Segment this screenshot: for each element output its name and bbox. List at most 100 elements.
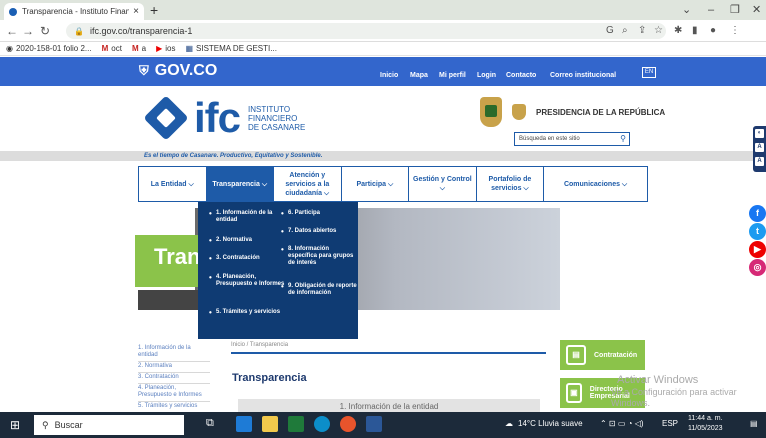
- left-sidebar: 1. Información de la entidad 2. Normativ…: [138, 344, 210, 413]
- site-search-input[interactable]: Búsqueda en este sitio ⚲: [514, 132, 630, 146]
- dropdown-item[interactable]: • 8. Información específica para grupos d…: [281, 246, 358, 267]
- extensions-icon[interactable]: ✱: [674, 23, 682, 39]
- profile-avatar[interactable]: ●: [710, 23, 716, 39]
- taskbar-search[interactable]: ⚲ Buscar: [34, 415, 184, 435]
- bookmark-item[interactable]: ▶ ios: [156, 44, 175, 53]
- word-icon[interactable]: [366, 416, 382, 432]
- dropdown-item[interactable]: • 4. Planeación, Presupuesto e Informes: [209, 274, 286, 288]
- coat-of-arms-icon: [480, 97, 502, 127]
- sidebar-item[interactable]: 1. Información de la entidad: [138, 344, 210, 362]
- dropdown-item[interactable]: • 6. Participa: [281, 210, 358, 218]
- menu-transparencia[interactable]: Transparencia ⌵: [206, 167, 275, 201]
- new-tab-button[interactable]: +: [150, 2, 158, 18]
- menu-icon[interactable]: ⋮: [730, 23, 740, 39]
- dropdown-item[interactable]: • 9. Obligación de reporte de información: [281, 283, 358, 297]
- contratacion-button[interactable]: ▤ Contratación: [560, 340, 645, 370]
- language-button[interactable]: EN: [642, 67, 656, 78]
- menu-portafolio[interactable]: Portafolio de servicios ⌵: [477, 167, 545, 201]
- notifications-icon[interactable]: ▤: [750, 418, 758, 430]
- minimize-icon[interactable]: –: [708, 3, 714, 17]
- dropdown-item[interactable]: • 7. Datos abiertos: [281, 228, 358, 236]
- weather-icon[interactable]: ☁: [505, 418, 513, 430]
- close-window-icon[interactable]: ✕: [752, 3, 761, 17]
- dropdown-item[interactable]: • 3. Contratación: [209, 255, 286, 263]
- presidencia-shield-icon: [512, 104, 526, 120]
- bookmark-item[interactable]: ▦ SISTEMA DE GESTI...: [185, 44, 276, 53]
- gov-nav-mapa[interactable]: Mapa: [410, 70, 428, 82]
- google-icon[interactable]: G: [606, 23, 614, 39]
- address-bar[interactable]: 🔒 ifc.gov.co/transparencia-1: [66, 23, 666, 39]
- maximize-icon[interactable]: ❐: [730, 3, 740, 17]
- menu-participa[interactable]: Participa ⌵: [342, 167, 410, 201]
- breadcrumb[interactable]: Inicio / Transparencia: [231, 342, 288, 348]
- contrast-icon[interactable]: ◐: [755, 129, 764, 138]
- dropdown-item[interactable]: • 2. Normativa: [209, 237, 286, 245]
- sidebar-item[interactable]: 4. Planeación, Presupuesto e Informes: [138, 384, 210, 402]
- url-text: ifc.gov.co/transparencia-1: [89, 26, 193, 36]
- dropdown-item[interactable]: • 5. Trámites y servicios: [209, 309, 286, 317]
- sidebar-item[interactable]: 3. Contratación: [138, 373, 210, 384]
- language-indicator[interactable]: ESP: [662, 418, 678, 430]
- directory-icon: ▣: [566, 383, 582, 403]
- transparencia-dropdown: • 1. Información de la entidad • 2. Normat…: [198, 202, 358, 339]
- edge-icon[interactable]: [314, 416, 330, 432]
- close-tab-icon[interactable]: ×: [133, 6, 139, 17]
- file-explorer-icon[interactable]: [262, 416, 278, 432]
- slogan-bar: [0, 151, 766, 161]
- gov-nav-inicio[interactable]: Inicio: [380, 70, 398, 82]
- reload-icon[interactable]: ↻: [40, 22, 50, 40]
- gmail-icon: M: [101, 44, 109, 53]
- facebook-icon[interactable]: f: [749, 205, 766, 222]
- font-increase-icon[interactable]: A: [755, 157, 764, 166]
- gov-nav-correo[interactable]: Correo institucional: [550, 70, 616, 82]
- slogan-text: Es el tiempo de Casanare. Productivo, Eq…: [144, 153, 323, 159]
- weather-text[interactable]: 14°C Lluvia suave: [518, 418, 583, 430]
- menu-gestion[interactable]: Gestión y Control ⌵: [409, 167, 477, 201]
- sidepanel-icon[interactable]: ▮: [692, 23, 698, 39]
- search-icon[interactable]: ⚲: [620, 133, 626, 145]
- windows-start-icon[interactable]: ⊞: [10, 418, 20, 432]
- search-icon: ⚲: [42, 419, 49, 430]
- govco-logo[interactable]: ⛨ GOV.CO: [139, 60, 217, 82]
- menu-atencion[interactable]: Atención y servicios a la ciudadanía ⌵: [274, 167, 342, 201]
- chrome-icon[interactable]: [340, 416, 356, 432]
- twitter-icon[interactable]: t: [749, 223, 766, 240]
- main-menu: La Entidad ⌵ Transparencia ⌵ Atención y …: [138, 166, 648, 202]
- gov-nav-perfil[interactable]: Mi perfil: [439, 70, 466, 82]
- document-icon: ▤: [566, 345, 586, 365]
- grid-icon: ▦: [185, 44, 194, 53]
- gov-nav-login[interactable]: Login: [477, 70, 496, 82]
- menu-comunicaciones[interactable]: Comunicaciones ⌵: [544, 167, 647, 201]
- back-icon[interactable]: ←: [6, 22, 18, 40]
- ifc-logo[interactable]: ifc INSTITUTO FINANCIERO DE CASANARE: [143, 95, 305, 141]
- excel-icon[interactable]: [288, 416, 304, 432]
- clock[interactable]: 11:44 a. m. 11/05/2023: [688, 414, 723, 434]
- gov-nav-contacto[interactable]: Contacto: [506, 70, 536, 82]
- tray-icons[interactable]: ⌃ ⊡ ▭ ◔ ◁): [600, 418, 644, 430]
- bookmark-item[interactable]: ◉ 2020-158-01 folio 2...: [6, 44, 92, 53]
- bookmark-item[interactable]: Moct: [102, 44, 122, 53]
- instagram-icon[interactable]: ◎: [749, 259, 766, 276]
- app-icon[interactable]: [236, 416, 252, 432]
- browser-tab[interactable]: Transparencia - Instituto Financié ×: [4, 3, 144, 20]
- font-decrease-icon[interactable]: A: [755, 143, 764, 152]
- youtube-icon[interactable]: ▶: [749, 241, 766, 258]
- gmail-icon: M: [131, 44, 139, 53]
- menu-la-entidad[interactable]: La Entidad ⌵: [139, 167, 207, 201]
- star-icon[interactable]: ☆: [654, 23, 663, 39]
- forward-icon[interactable]: →: [22, 22, 34, 40]
- bookmark-item[interactable]: Ma: [132, 44, 146, 53]
- activation-watermark: Activar Windows Ve a Configuración para …: [611, 374, 737, 409]
- page-title: Transparencia: [232, 372, 307, 384]
- chevron-down-icon[interactable]: ⌄: [682, 3, 691, 17]
- share-icon[interactable]: ⇪: [638, 23, 646, 39]
- zoom-icon[interactable]: ⌕: [622, 23, 628, 39]
- task-view-icon[interactable]: ⧉: [206, 417, 214, 430]
- sidebar-item[interactable]: 2. Normativa: [138, 362, 210, 373]
- dropdown-item[interactable]: • 1. Información de la entidad: [209, 210, 286, 224]
- hero-dark-block: [138, 290, 198, 310]
- lock-icon: 🔒: [74, 26, 84, 36]
- divider: [231, 352, 546, 354]
- tab-title: Transparencia - Instituto Financié: [22, 7, 130, 16]
- presidencia-logo[interactable]: PRESIDENCIA DE LA REPÚBLICA: [480, 97, 665, 127]
